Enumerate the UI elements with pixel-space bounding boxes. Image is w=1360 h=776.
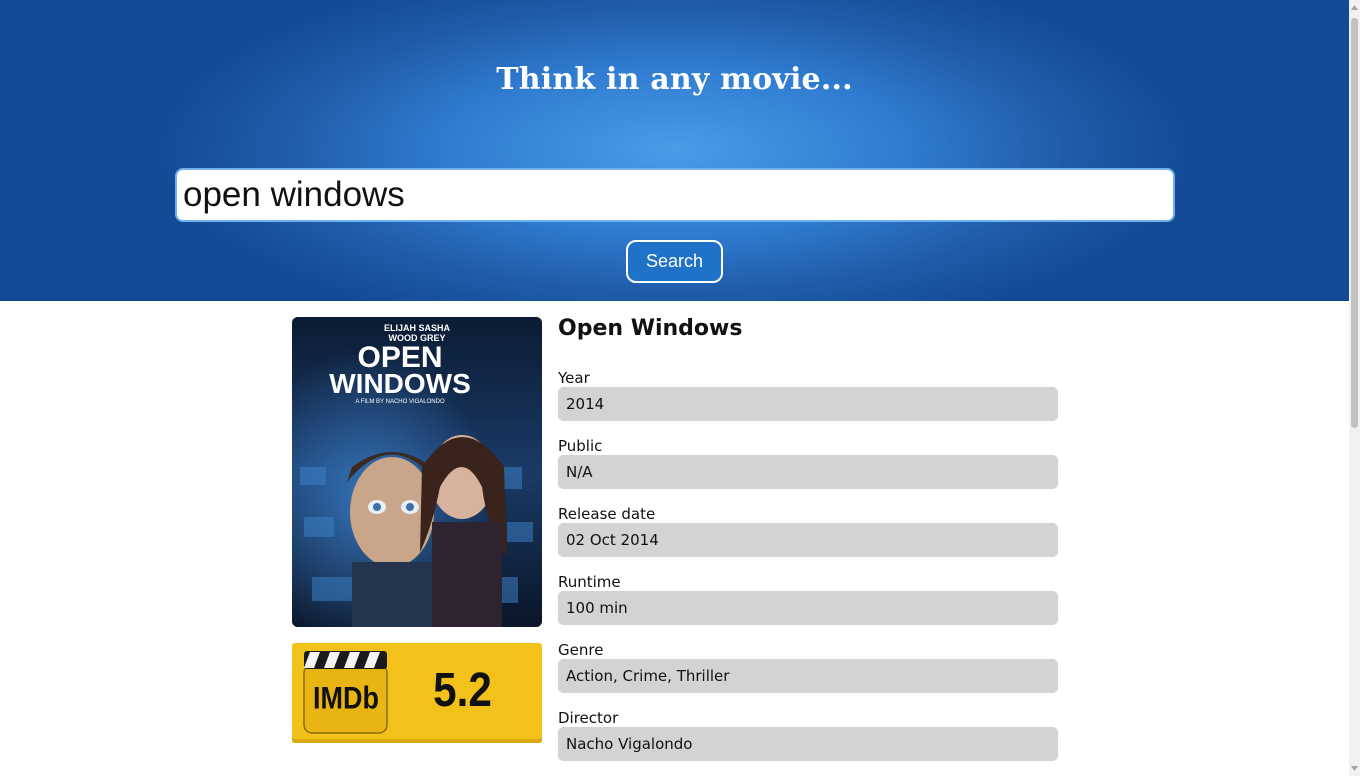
- poster-image: ELIJAH SASHA WOOD GREY OPEN WINDOWS A FI…: [292, 317, 542, 627]
- poster-title-line2: WINDOWS: [329, 368, 471, 399]
- imdb-rating-value: 5.2: [433, 664, 492, 717]
- scroll-down-arrow-icon[interactable]: [1349, 760, 1360, 776]
- page-title: Think in any movie...: [496, 62, 853, 97]
- field-value-genre: Action, Crime, Thriller: [558, 659, 1058, 693]
- imdb-logo-text: IMDb: [313, 682, 379, 716]
- scroll-up-arrow-icon[interactable]: [1349, 0, 1360, 16]
- movie-poster: ELIJAH SASHA WOOD GREY OPEN WINDOWS A FI…: [292, 317, 542, 627]
- field-label-year: Year: [558, 369, 590, 387]
- vertical-scrollbar[interactable]: [1349, 0, 1360, 776]
- field-value-runtime: 100 min: [558, 591, 1058, 625]
- field-label-public: Public: [558, 437, 603, 455]
- field-value-director: Nacho Vigalondo: [558, 727, 1058, 761]
- search-input[interactable]: [175, 168, 1175, 222]
- field-value-public: N/A: [558, 455, 1058, 489]
- page: Think in any movie... Search: [0, 0, 1349, 776]
- field-value-release-date: 02 Oct 2014: [558, 523, 1058, 557]
- poster-actors-text: ELIJAH SASHA: [384, 323, 451, 333]
- poster-credit: A FILM BY NACHO VIGALONDO: [355, 399, 445, 405]
- search-header: Think in any movie... Search: [0, 0, 1349, 301]
- movie-title: Open Windows: [558, 316, 743, 341]
- search-button[interactable]: Search: [626, 240, 723, 283]
- field-label-runtime: Runtime: [558, 573, 621, 591]
- field-label-release-date: Release date: [558, 505, 656, 523]
- field-value-year: 2014: [558, 387, 1058, 421]
- scrollbar-thumb[interactable]: [1351, 18, 1358, 428]
- field-label-genre: Genre: [558, 641, 604, 659]
- field-label-director: Director: [558, 709, 619, 727]
